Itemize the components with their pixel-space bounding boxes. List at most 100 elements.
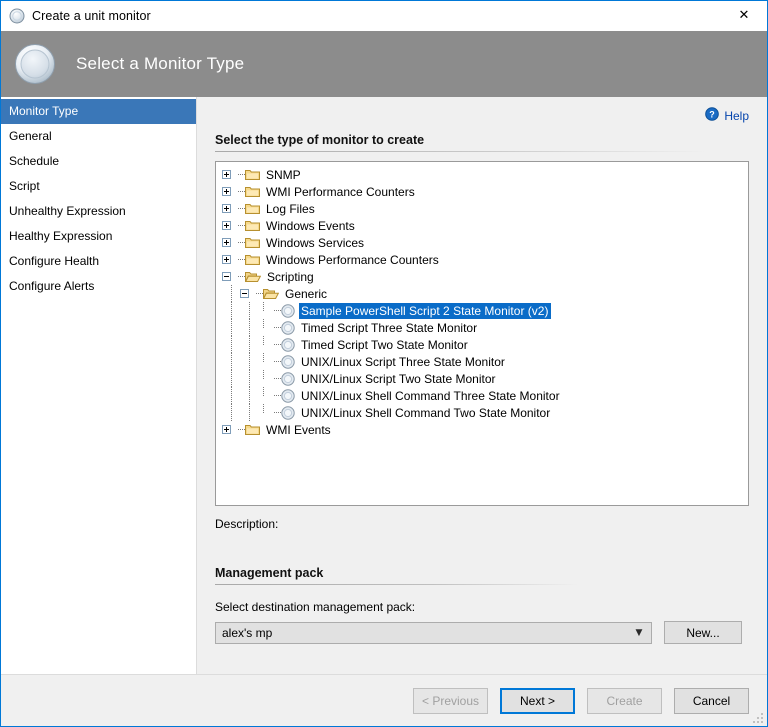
- expander-plus-box[interactable]: [222, 238, 231, 247]
- monitor-circle-icon: [281, 371, 295, 386]
- management-pack-select[interactable]: alex's mp ▼: [215, 621, 652, 644]
- tree-connector-line: [274, 412, 281, 413]
- tree-connector-line: [238, 191, 245, 192]
- management-pack-divider: [215, 584, 749, 585]
- tree-item[interactable]: UNIX/Linux Shell Command Three State Mon…: [216, 387, 748, 404]
- tree-item[interactable]: UNIX/Linux Script Two State Monitor: [216, 370, 748, 387]
- tree-item-label: UNIX/Linux Shell Command Three State Mon…: [301, 388, 560, 403]
- expander-plus-box[interactable]: [222, 425, 231, 434]
- tree-item[interactable]: Log Files: [216, 200, 748, 217]
- sidebar-item-label: Monitor Type: [9, 104, 79, 118]
- monitor-circle-icon: [9, 8, 25, 24]
- tree-item[interactable]: Generic: [216, 285, 748, 302]
- collapse-icon[interactable]: [222, 268, 238, 285]
- dialog-header: Select a Monitor Type: [1, 31, 767, 97]
- expander-plus-box[interactable]: [222, 187, 231, 196]
- tree-item[interactable]: UNIX/Linux Script Three State Monitor: [216, 353, 748, 370]
- expand-icon[interactable]: [222, 217, 238, 234]
- expand-icon[interactable]: [222, 200, 238, 217]
- tree-item[interactable]: Timed Script Three State Monitor: [216, 319, 748, 336]
- button-label: Cancel: [692, 693, 731, 708]
- folder-closed-icon: [245, 219, 260, 232]
- tree-item-label: Sample PowerShell Script 2 State Monitor…: [299, 302, 552, 319]
- tree-item[interactable]: UNIX/Linux Shell Command Two State Monit…: [216, 404, 748, 421]
- tree-leaf-connector: [258, 387, 274, 404]
- sidebar-item-label: Healthy Expression: [9, 229, 113, 243]
- tree-item-label: Log Files: [266, 201, 315, 216]
- tree-item[interactable]: WMI Events: [216, 421, 748, 438]
- sidebar-item-schedule[interactable]: Schedule: [1, 149, 196, 174]
- resize-grip[interactable]: [751, 711, 763, 723]
- monitor-circle-large-icon: [14, 43, 56, 85]
- tree-connector-line: [274, 310, 281, 311]
- collapse-icon[interactable]: [240, 285, 256, 302]
- section-title: Select the type of monitor to create: [215, 133, 425, 147]
- tree-leaf-connector: [258, 404, 274, 421]
- tree-item[interactable]: Sample PowerShell Script 2 State Monitor…: [216, 302, 748, 319]
- tree-item-label: UNIX/Linux Script Two State Monitor: [301, 371, 496, 386]
- tree-connector-line: [238, 242, 245, 243]
- sidebar-item-monitor-type[interactable]: Monitor Type: [1, 99, 196, 124]
- tree-item[interactable]: Windows Performance Counters: [216, 251, 748, 268]
- close-icon[interactable]: ✕: [721, 1, 767, 30]
- monitor-circle-icon: [281, 303, 295, 318]
- sidebar-item-script[interactable]: Script: [1, 174, 196, 199]
- expand-icon[interactable]: [222, 166, 238, 183]
- folder-open-icon: [263, 287, 279, 300]
- expander-plus-box[interactable]: [222, 255, 231, 264]
- sidebar-item-general[interactable]: General: [1, 124, 196, 149]
- main-content: ? Help Select the type of monitor to cre…: [197, 97, 767, 674]
- tree-item[interactable]: Scripting: [216, 268, 748, 285]
- expand-icon[interactable]: [222, 251, 238, 268]
- tree-indent-guide: [240, 404, 258, 421]
- expand-icon[interactable]: [222, 183, 238, 200]
- tree-indent-guide: [222, 302, 240, 319]
- expand-icon[interactable]: [222, 421, 238, 438]
- tree-item-label: UNIX/Linux Script Three State Monitor: [301, 354, 505, 369]
- expander-plus-box[interactable]: [222, 221, 231, 230]
- tree-item[interactable]: WMI Performance Counters: [216, 183, 748, 200]
- folder-closed-icon: [245, 168, 260, 181]
- folder-closed-icon: [245, 202, 260, 215]
- tree-indent-guide: [240, 319, 258, 336]
- sidebar-item-configure-health[interactable]: Configure Health: [1, 249, 196, 274]
- new-management-pack-button[interactable]: New...: [664, 621, 742, 644]
- expand-icon[interactable]: [222, 234, 238, 251]
- monitor-circle-icon: [281, 337, 295, 352]
- cancel-button[interactable]: Cancel: [674, 687, 749, 714]
- expander-plus-box[interactable]: [222, 170, 231, 179]
- tree-connector-line: [238, 259, 245, 260]
- folder-closed-icon: [245, 236, 260, 249]
- tree-connector-line: [274, 361, 281, 362]
- expander-minus-box[interactable]: [222, 272, 231, 281]
- monitor-circle-icon: [281, 320, 295, 335]
- tree-item[interactable]: Windows Events: [216, 217, 748, 234]
- monitor-circle-icon: [281, 354, 295, 369]
- sidebar-item-unhealthy-expression[interactable]: Unhealthy Expression: [1, 199, 196, 224]
- expander-minus-box[interactable]: [240, 289, 249, 298]
- page-title: Select a Monitor Type: [76, 53, 245, 73]
- tree-item[interactable]: SNMP: [216, 166, 748, 183]
- help-question-icon: ?: [705, 107, 720, 124]
- tree-indent-guide: [240, 370, 258, 387]
- tree-indent-guide: [222, 370, 240, 387]
- monitor-circle-icon: [281, 405, 295, 420]
- monitor-type-tree[interactable]: SNMP WMI Performance Counters Log Files Win…: [215, 161, 749, 506]
- sidebar-item-healthy-expression[interactable]: Healthy Expression: [1, 224, 196, 249]
- sidebar-item-configure-alerts[interactable]: Configure Alerts: [1, 274, 196, 299]
- create-button: Create: [587, 687, 662, 714]
- tree-connector-line: [274, 327, 281, 328]
- tree-indent-guide: [222, 353, 240, 370]
- help-link[interactable]: ? Help: [705, 107, 749, 124]
- next-button[interactable]: Next >: [500, 687, 575, 714]
- tree-indent-guide: [240, 353, 258, 370]
- folder-closed-icon: [245, 423, 260, 436]
- tree-item[interactable]: Timed Script Two State Monitor: [216, 336, 748, 353]
- expander-plus-box[interactable]: [222, 204, 231, 213]
- tree-connector-line: [238, 225, 245, 226]
- folder-open-icon: [245, 270, 261, 283]
- management-pack-select-label: Select destination management pack:: [215, 600, 416, 614]
- tree-leaf-connector: [258, 353, 274, 370]
- tree-item[interactable]: Windows Services: [216, 234, 748, 251]
- tree-indent-guide: [222, 387, 240, 404]
